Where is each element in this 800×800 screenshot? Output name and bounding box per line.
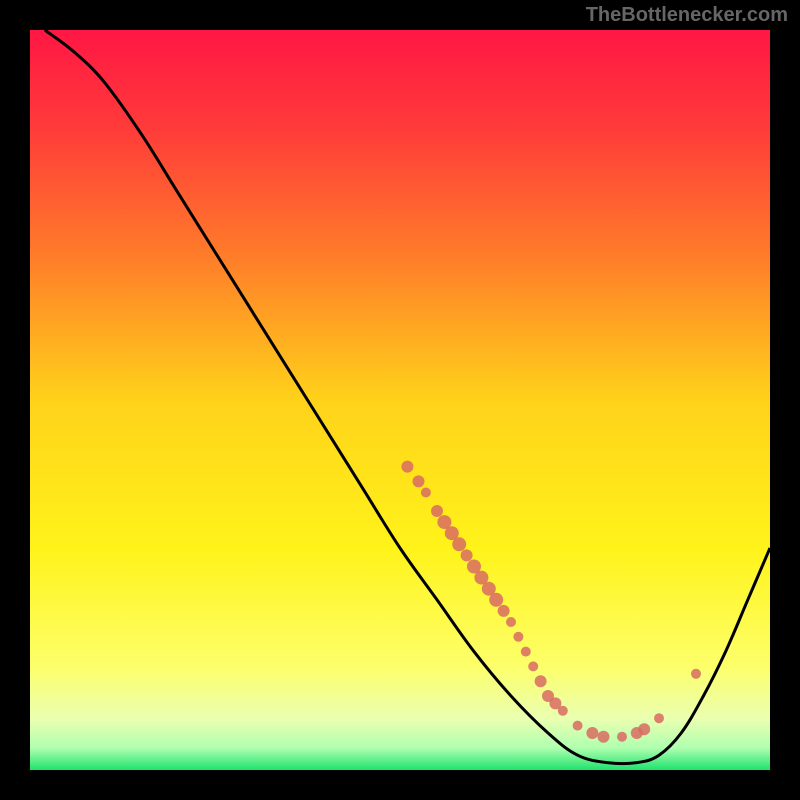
scatter-dot xyxy=(558,706,568,716)
chart-svg xyxy=(30,30,770,770)
scatter-dot xyxy=(431,505,443,517)
scatter-dot xyxy=(489,593,503,607)
scatter-dot xyxy=(638,723,650,735)
scatter-dot xyxy=(413,475,425,487)
bottleneck-curve xyxy=(45,30,770,764)
scatter-dots xyxy=(401,461,701,743)
scatter-dot xyxy=(691,669,701,679)
scatter-dot xyxy=(421,488,431,498)
plot-area xyxy=(30,30,770,770)
watermark-text: TheBottlenecker.com xyxy=(586,4,788,27)
scatter-dot xyxy=(617,732,627,742)
scatter-dot xyxy=(598,731,610,743)
scatter-dot xyxy=(586,727,598,739)
scatter-dot xyxy=(498,605,510,617)
scatter-dot xyxy=(513,632,523,642)
scatter-dot xyxy=(573,721,583,731)
scatter-dot xyxy=(401,461,413,473)
scatter-dot xyxy=(461,549,473,561)
scatter-dot xyxy=(452,537,466,551)
scatter-dot xyxy=(654,713,664,723)
scatter-dot xyxy=(528,661,538,671)
scatter-dot xyxy=(521,647,531,657)
scatter-dot xyxy=(506,617,516,627)
scatter-dot xyxy=(535,675,547,687)
